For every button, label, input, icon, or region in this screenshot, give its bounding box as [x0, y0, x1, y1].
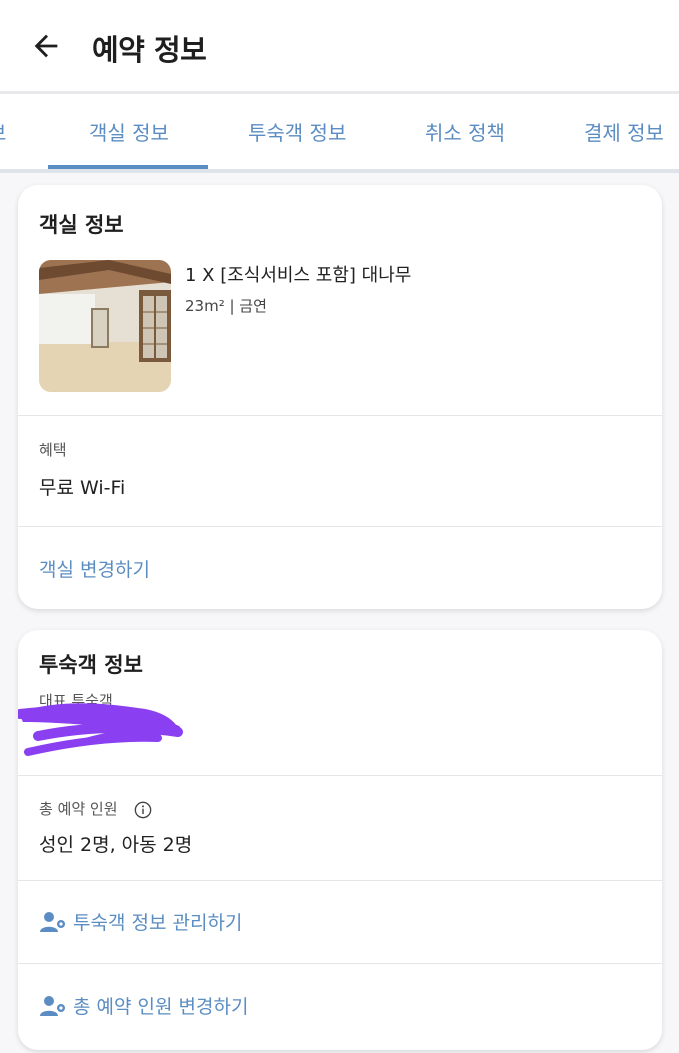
manage-guests-label: 투숙객 정보 관리하기: [73, 912, 243, 934]
divider: [18, 775, 662, 776]
room-info-card: 객실 정보 1 X [조식서비스 포함] 대나무 23m² | 금연 혜택 무료…: [18, 185, 662, 609]
benefit-value: 무료 Wi-Fi: [39, 477, 126, 499]
back-button[interactable]: [26, 26, 66, 66]
room-photo: [39, 260, 171, 392]
active-tab-indicator: [48, 165, 208, 169]
change-guest-count-label: 총 예약 인원 변경하기: [73, 996, 249, 1018]
total-guests-label: 총 예약 인원: [39, 798, 152, 819]
manage-account-icon: [40, 911, 65, 932]
manage-guests-button[interactable]: 투숙객 정보 관리하기: [39, 908, 242, 935]
divider: [18, 415, 662, 416]
benefit-label: 혜택: [39, 441, 67, 459]
app-bar: 예약 정보: [0, 0, 679, 94]
divider: [18, 963, 662, 964]
divider: [18, 526, 662, 527]
tab-bar: 보 객실 정보 투숙객 정보 취소 정책 결제 정보: [0, 97, 679, 173]
tab-cancel-policy[interactable]: 취소 정책: [425, 97, 505, 169]
tab-payment-info[interactable]: 결제 정보: [584, 97, 664, 169]
change-room-link[interactable]: 객실 변경하기: [39, 555, 150, 582]
divider: [18, 880, 662, 881]
manage-account-icon: [40, 995, 65, 1016]
content-area: 객실 정보 1 X [조식서비스 포함] 대나무 23m² | 금연 혜택 무료…: [0, 173, 679, 1053]
arrow-left-icon: [34, 34, 58, 58]
info-icon[interactable]: [134, 801, 152, 819]
change-guest-count-button[interactable]: 총 예약 인원 변경하기: [39, 992, 248, 1019]
total-guests-label-text: 총 예약 인원: [39, 800, 118, 818]
room-name: 1 X [조식서비스 포함] 대나무: [185, 265, 412, 286]
tab-room-info[interactable]: 객실 정보: [89, 97, 169, 169]
guest-card-title: 투숙객 정보: [39, 653, 143, 677]
tab-guest-info[interactable]: 투숙객 정보: [248, 97, 346, 169]
redaction-scribble: [18, 703, 183, 756]
room-card-title: 객실 정보: [39, 213, 124, 237]
tab-reservation[interactable]: 보: [0, 97, 6, 169]
total-guests-value: 성인 2명, 아동 2명: [39, 834, 193, 856]
guest-info-card: 투숙객 정보 대표 투숙객 총 예약 인원 성인 2명, 아동 2명 투숙객 정…: [18, 630, 662, 1050]
page-title: 예약 정보: [92, 33, 207, 67]
room-size-smoking: 23m² | 금연: [185, 297, 267, 315]
